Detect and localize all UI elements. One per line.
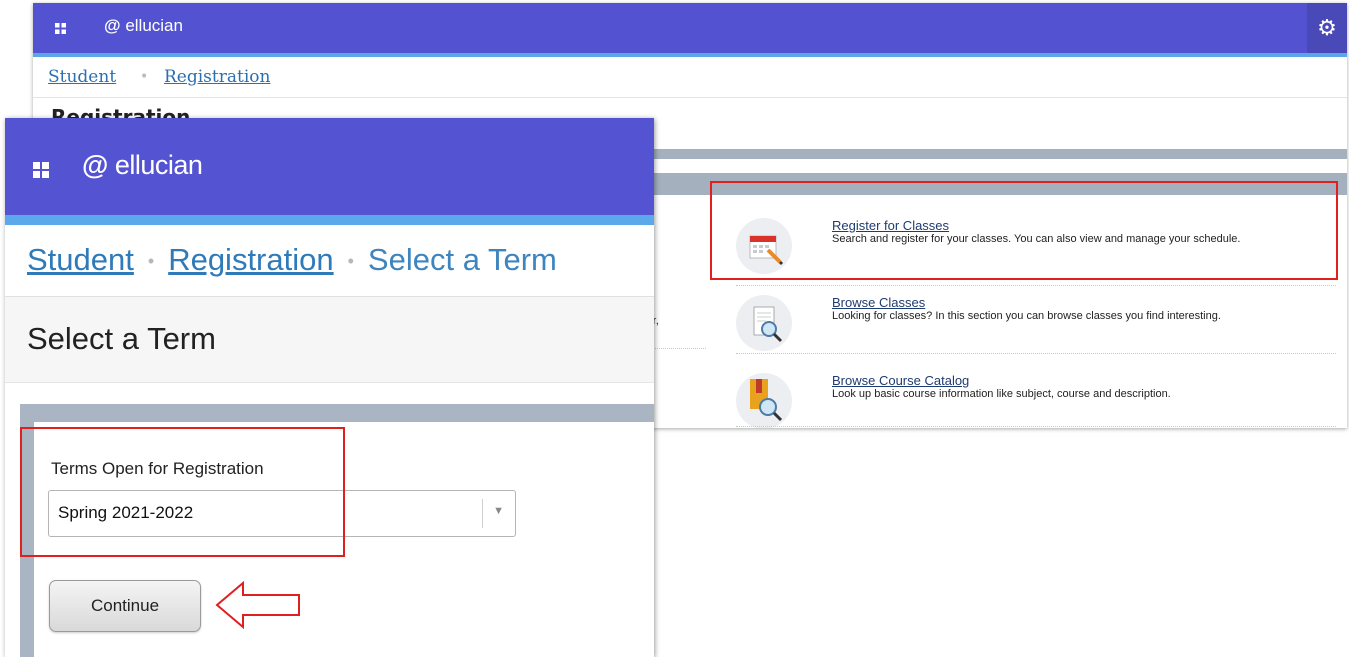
breadcrumb-current: Select a Term [367,242,557,277]
browse-classes-link[interactable]: Browse Classes [832,295,925,310]
divider [736,285,1336,286]
breadcrumb-separator: • [347,251,354,272]
left-arrow-icon [215,581,300,629]
divider [736,426,1336,427]
browse-classes-desc: Looking for classes? In this section you… [832,310,1221,322]
breadcrumb: Student • Registration • Select a Term [5,225,654,297]
top-bar: @ ellucian [5,118,654,225]
top-bar: @ ellucian ⚙ [33,3,1347,57]
gear-icon[interactable]: ⚙ [1307,3,1347,53]
breadcrumb-registration[interactable]: Registration [168,242,333,277]
ellucian-logo[interactable]: @ ellucian [104,16,183,36]
page-title: Select a Term [27,321,216,356]
chevron-down-icon[interactable]: ▼ [493,505,504,517]
document-magnifier-icon [736,295,792,351]
book-magnifier-icon [736,373,792,428]
ellucian-logo[interactable]: @ ellucian [82,150,203,181]
breadcrumb-registration[interactable]: Registration [164,67,270,87]
divider [736,353,1336,354]
browse-course-catalog-desc: Look up basic course information like su… [832,388,1171,400]
app-grid-icon[interactable] [55,23,66,34]
app-grid-icon[interactable] [33,162,49,178]
brand-name: ellucian [125,16,183,35]
select-separator [482,499,483,528]
brand-name: ellucian [114,150,203,180]
breadcrumb-student[interactable]: Student [48,67,116,87]
ellucian-mark-icon: @ [104,16,121,35]
breadcrumb: Student • Registration [33,57,1347,98]
ellucian-mark-icon: @ [82,150,108,180]
highlight-term-select [20,427,345,557]
breadcrumb-separator: • [147,251,155,272]
continue-button[interactable]: Continue [49,580,201,632]
highlight-register-for-classes [710,181,1338,280]
breadcrumb-separator: • [140,69,149,85]
breadcrumb-student[interactable]: Student [27,242,134,277]
browse-course-catalog-link[interactable]: Browse Course Catalog [832,373,969,388]
foreground-window: @ ellucian Student • Registration • Select a… [5,118,654,657]
page-header: Select a Term [5,297,654,383]
